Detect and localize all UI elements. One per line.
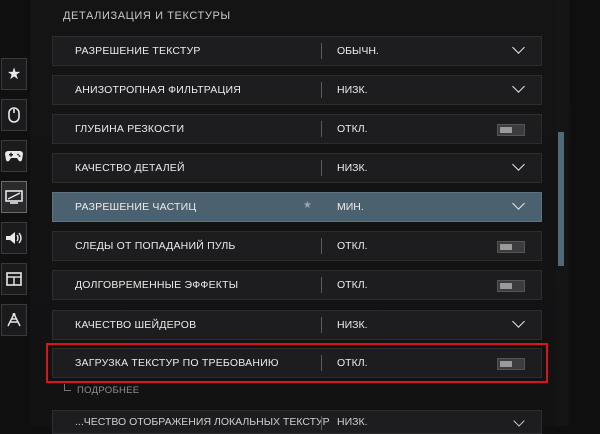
setting-depth-of-field[interactable]: ГЛУБИНА РЕЗКОСТИ ОТКЛ. xyxy=(52,114,542,144)
speaker-icon xyxy=(6,232,22,244)
chevron-down-icon[interactable] xyxy=(512,158,525,171)
setting-local-texture-quality[interactable]: ...ЧЕСТВО ОТОБРАЖЕНИЯ ЛОКАЛЬНЫХ ТЕКСТУР … xyxy=(52,410,542,434)
star-icon: ★ xyxy=(6,66,22,83)
chevron-down-icon[interactable] xyxy=(512,41,525,54)
setting-value: НИЗК. xyxy=(337,162,368,174)
divider xyxy=(321,416,322,430)
setting-label: КАЧЕСТВО ШЕЙДЕРОВ xyxy=(75,319,197,331)
toggle-switch[interactable] xyxy=(497,124,525,136)
sidebar-item-general[interactable]: ★ xyxy=(1,58,27,90)
toggle-switch[interactable] xyxy=(497,280,525,292)
setting-value: НИЗК. xyxy=(337,416,368,428)
divider xyxy=(321,317,322,333)
more-info-link[interactable]: ПОДРОБНЕЕ xyxy=(64,384,139,396)
setting-label: ДОЛГОВРЕМЕННЫЕ ЭФФЕКТЫ xyxy=(75,279,239,291)
more-info-label: ПОДРОБНЕЕ xyxy=(77,385,140,396)
setting-value: ОТКЛ. xyxy=(337,240,368,252)
interface-icon xyxy=(6,272,22,286)
setting-label: СЛЕДЫ ОТ ПОПАДАНИЙ ПУЛЬ xyxy=(75,240,236,252)
setting-label: ГЛУБИНА РЕЗКОСТИ xyxy=(75,123,185,135)
sidebar-item-mouse[interactable] xyxy=(1,99,27,131)
setting-anisotropic-filtering[interactable]: АНИЗОТРОПНАЯ ФИЛЬТРАЦИЯ НИЗК. xyxy=(52,75,542,105)
mouse-icon xyxy=(8,107,20,123)
setting-detail-quality[interactable]: КАЧЕСТВО ДЕТАЛЕЙ НИЗК. xyxy=(52,153,542,183)
section-title: ДЕТАЛИЗАЦИЯ И ТЕКСТУРЫ xyxy=(63,10,231,22)
setting-bullet-impacts[interactable]: СЛЕДЫ ОТ ПОПАДАНИЙ ПУЛЬ ОТКЛ. xyxy=(52,231,542,261)
category-sidebar: ★ xyxy=(0,55,28,337)
chevron-down-icon[interactable] xyxy=(512,315,525,328)
divider xyxy=(321,160,322,176)
setting-value: ОТКЛ. xyxy=(337,123,368,135)
divider xyxy=(321,43,322,59)
sidebar-item-controller[interactable] xyxy=(1,140,27,172)
setting-label: АНИЗОТРОПНАЯ ФИЛЬТРАЦИЯ xyxy=(75,84,241,96)
sidebar-item-network[interactable] xyxy=(1,304,27,336)
highlight-outline xyxy=(46,343,548,383)
chevron-down-icon[interactable] xyxy=(513,415,525,427)
sidebar-item-audio[interactable] xyxy=(1,222,27,254)
setting-label: РАЗРЕШЕНИЕ ЧАСТИЦ xyxy=(75,201,197,213)
sidebar-item-graphics[interactable] xyxy=(1,181,27,213)
setting-texture-resolution[interactable]: РАЗРЕШЕНИЕ ТЕКСТУР ОБЫЧН. xyxy=(52,36,542,66)
setting-value: НИЗК. xyxy=(337,84,368,96)
gamepad-icon xyxy=(5,151,23,162)
chevron-down-icon[interactable] xyxy=(512,197,525,210)
setting-value: НИЗК. xyxy=(337,319,368,331)
setting-label: РАЗРЕШЕНИЕ ТЕКСТУР xyxy=(75,45,201,57)
setting-value: МИН. xyxy=(337,201,364,213)
divider xyxy=(321,238,322,254)
chevron-down-icon[interactable] xyxy=(512,80,525,93)
network-icon xyxy=(7,313,21,327)
setting-label: КАЧЕСТВО ДЕТАЛЕЙ xyxy=(75,162,185,174)
divider xyxy=(321,277,322,293)
setting-label: ...ЧЕСТВО ОТОБРАЖЕНИЯ ЛОКАЛЬНЫХ ТЕКСТУР xyxy=(75,416,330,428)
setting-value: ОТКЛ. xyxy=(337,279,368,291)
favorite-star-icon[interactable]: ★ xyxy=(303,200,312,211)
divider xyxy=(321,82,322,98)
tree-corner-icon xyxy=(64,384,71,391)
sidebar-item-interface[interactable] xyxy=(1,263,27,295)
setting-shader-quality[interactable]: КАЧЕСТВО ШЕЙДЕРОВ НИЗК. xyxy=(52,310,542,340)
scrollbar-thumb[interactable] xyxy=(558,132,564,266)
setting-particle-resolution[interactable]: РАЗРЕШЕНИЕ ЧАСТИЦ ★ МИН. xyxy=(52,192,542,222)
setting-persistent-effects[interactable]: ДОЛГОВРЕМЕННЫЕ ЭФФЕКТЫ ОТКЛ. xyxy=(52,270,542,300)
divider xyxy=(321,199,322,215)
toggle-switch[interactable] xyxy=(497,241,525,253)
display-icon xyxy=(5,190,23,204)
setting-value: ОБЫЧН. xyxy=(337,45,379,57)
divider xyxy=(321,121,322,137)
